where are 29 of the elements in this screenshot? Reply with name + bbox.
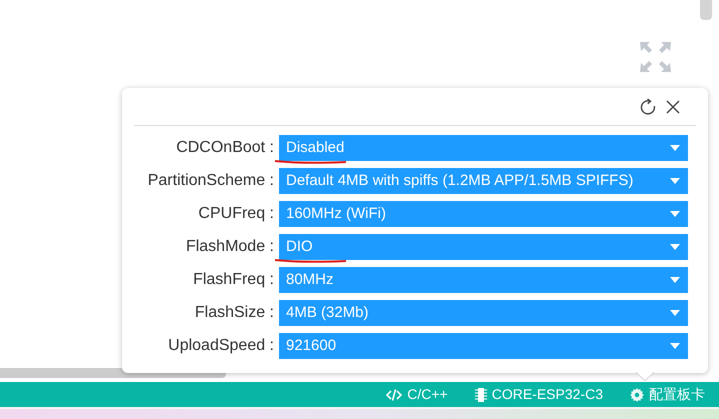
expand-icon[interactable]	[640, 42, 671, 72]
setting-label: CPUFreq :	[197, 204, 275, 224]
setting-label: UploadSpeed :	[167, 336, 275, 356]
status-item[interactable]: CORE-ESP32-C3	[474, 384, 603, 405]
close-icon[interactable]	[666, 100, 680, 114]
setting-dropdown[interactable]: 4MB (32Mb)	[279, 300, 688, 326]
caret-icon	[670, 145, 680, 151]
setting-label: FlashSize :	[194, 303, 275, 323]
caret-icon	[670, 277, 680, 283]
setting-label: PartitionScheme :	[146, 171, 275, 191]
setting-dropdown[interactable]: 921600	[279, 333, 688, 359]
refresh-icon[interactable]	[640, 98, 656, 115]
caret-icon	[670, 244, 680, 250]
scrollbar-thumb[interactable]	[700, 0, 712, 20]
gear-icon	[630, 388, 644, 402]
status-item[interactable]: C/C++	[386, 384, 448, 405]
setting-label: CDCOnBoot :	[175, 138, 275, 158]
caret-icon	[670, 310, 680, 316]
setting-label: FlashMode :	[184, 237, 275, 257]
caret-icon	[670, 211, 680, 217]
setting-label: FlashFreq :	[192, 270, 275, 290]
setting-dropdown[interactable]: 160MHz (WiFi)	[279, 201, 688, 227]
setting-dropdown[interactable]: 80MHz	[279, 267, 688, 293]
caret-icon	[670, 178, 680, 184]
chip-icon	[474, 388, 487, 402]
caret-icon	[670, 343, 680, 349]
status-item[interactable]: 配置板卡	[630, 384, 705, 405]
code-icon	[386, 388, 402, 400]
setting-dropdown[interactable]: Default 4MB with spiffs (1.2MB APP/1.5MB SPIFFS)	[279, 168, 688, 194]
